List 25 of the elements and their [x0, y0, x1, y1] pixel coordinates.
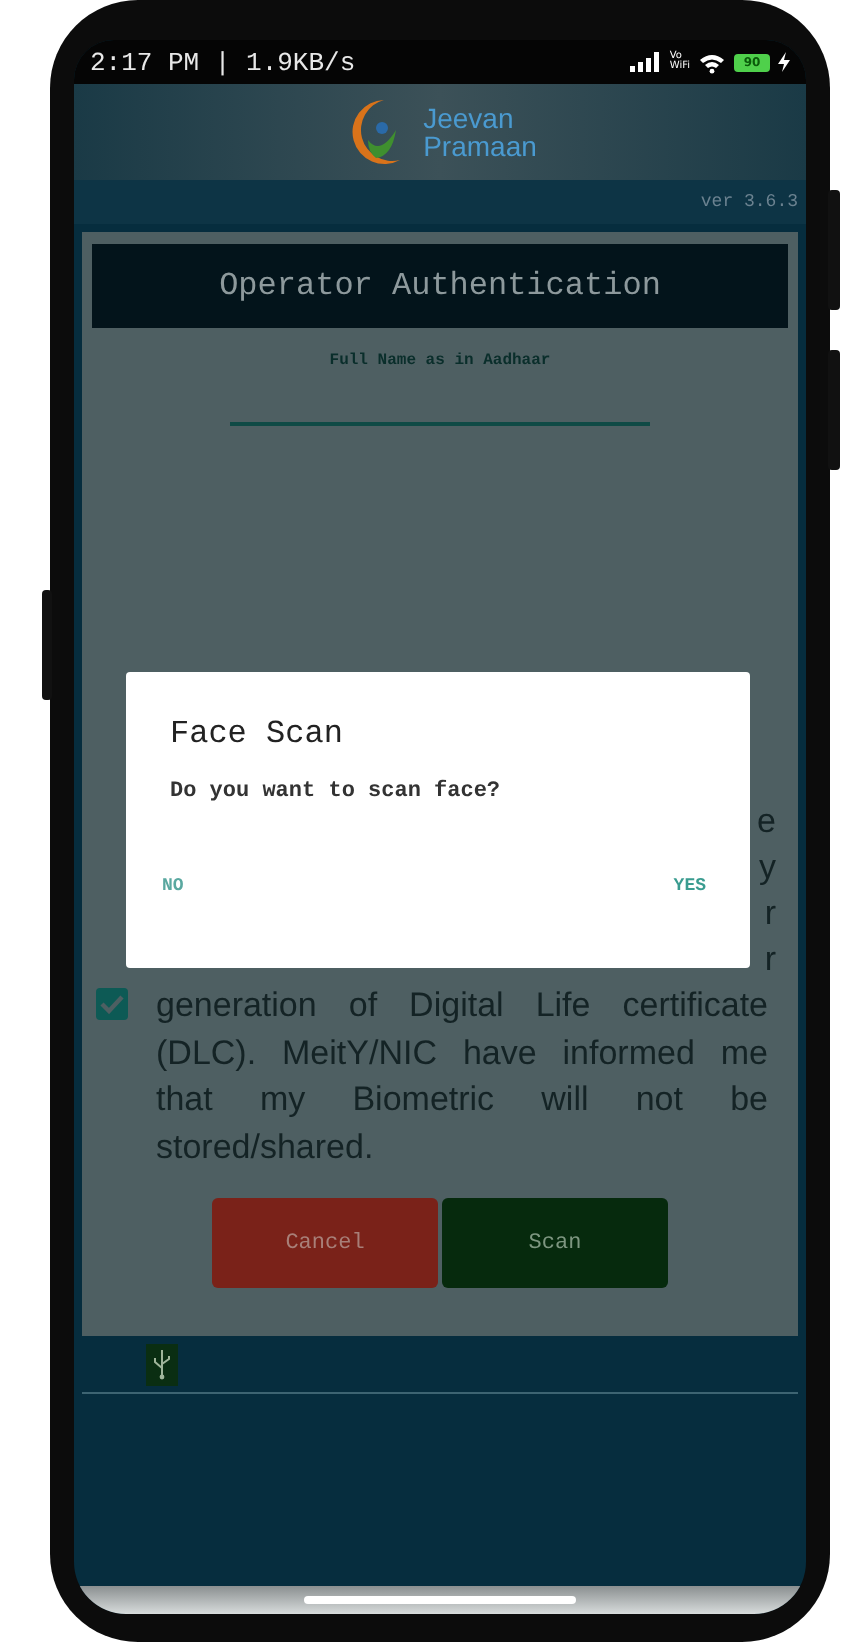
- version-label: ver 3.6.3: [700, 192, 798, 212]
- cancel-button[interactable]: Cancel: [212, 1198, 438, 1288]
- consent-text-fragment: e: [757, 800, 776, 844]
- side-button[interactable]: [828, 190, 840, 310]
- consent-text-fragment: y: [759, 846, 776, 890]
- consent-text-fragment: r: [764, 938, 776, 982]
- consent-text: generation of Digital Life certificate (DLC). MeitY/NIC have informed me that my Biometric will not be stored/shared.: [156, 984, 768, 1169]
- scan-button[interactable]: Scan: [442, 1198, 668, 1288]
- charging-icon: [778, 52, 790, 72]
- negative-button[interactable]: NO: [150, 872, 196, 900]
- logo-text: Jeevan Pramaan: [423, 104, 537, 160]
- signal-icon: [629, 52, 662, 72]
- side-button[interactable]: [828, 350, 840, 470]
- side-button[interactable]: [42, 590, 52, 700]
- dialog-title: Face Scan: [170, 716, 345, 752]
- consent-text-fragment: r: [764, 892, 776, 936]
- field-label: Full Name as in Aadhaar: [329, 352, 551, 370]
- card-title: Operator Authentication: [92, 244, 788, 328]
- dialog-message: Do you want to scan face?: [170, 780, 503, 804]
- consent-checkbox[interactable]: [96, 988, 128, 1020]
- positive-button[interactable]: YES: [661, 872, 718, 900]
- usb-icon: [146, 1343, 178, 1385]
- status-time: 2:17 PM | 1.9KB/s: [90, 47, 356, 77]
- home-indicator[interactable]: [304, 1596, 576, 1604]
- wifi-icon: [698, 51, 726, 73]
